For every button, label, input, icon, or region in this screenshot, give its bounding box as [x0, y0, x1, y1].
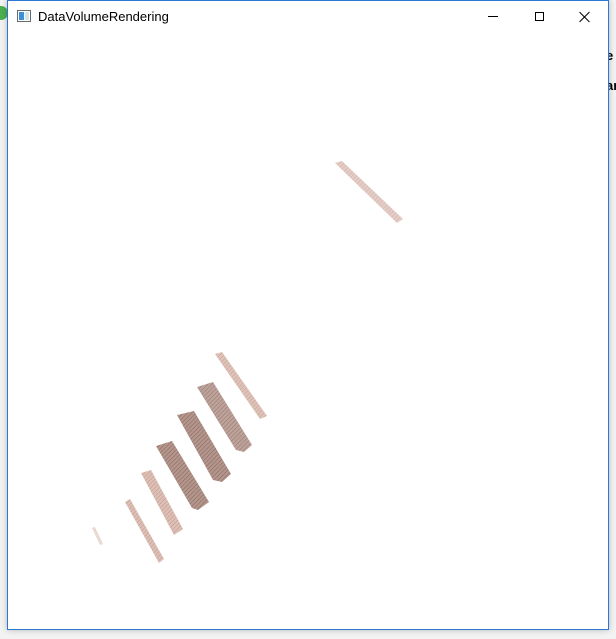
minimize-button[interactable]	[470, 1, 516, 32]
render-viewport[interactable]	[8, 32, 608, 629]
volume-render-canvas	[92, 161, 403, 563]
minimize-icon	[488, 16, 498, 17]
volume-slice-1	[92, 527, 103, 545]
maximize-icon	[534, 12, 544, 21]
close-button[interactable]	[562, 1, 608, 32]
close-icon	[579, 11, 591, 23]
app-window: DataVolumeRendering	[7, 0, 609, 630]
app-window-icon[interactable]	[17, 10, 31, 22]
maximize-button[interactable]	[516, 1, 562, 32]
window-title: DataVolumeRendering	[38, 9, 169, 24]
volume-slice-2	[125, 499, 164, 563]
volume-streak-top	[335, 161, 403, 223]
title-bar[interactable]: DataVolumeRendering	[8, 1, 608, 32]
